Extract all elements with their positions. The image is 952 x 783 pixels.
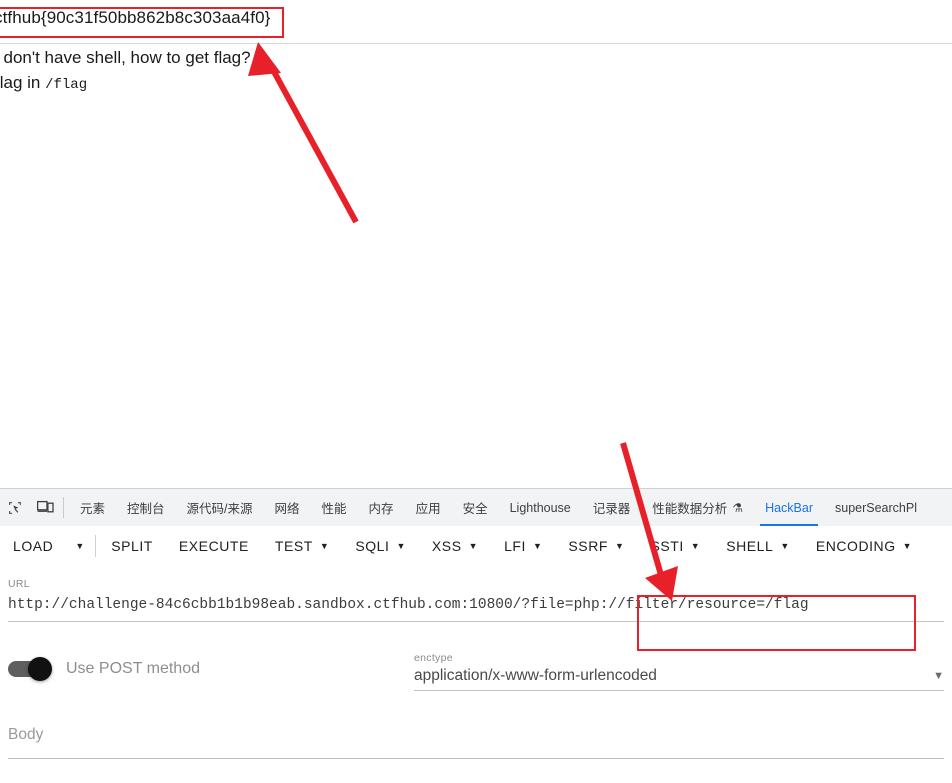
hackbar-panel: LOAD ▼ SPLIT EXECUTE TEST ▼ SQLI ▼ XSS ▼ LF…	[0, 526, 952, 783]
tab-hackbar[interactable]: HackBar	[754, 489, 824, 526]
chevron-down-icon: ▼	[933, 670, 944, 682]
load-button[interactable]: LOAD	[0, 529, 66, 563]
chevron-down-icon: ▼	[532, 540, 543, 551]
tab-label: HackBar	[765, 500, 813, 515]
tab-elements[interactable]: 元素	[69, 489, 116, 526]
tab-performance[interactable]: 性能	[311, 489, 358, 526]
tab-security[interactable]: 安全	[452, 489, 499, 526]
hackbar-button-row: LOAD ▼ SPLIT EXECUTE TEST ▼ SQLI ▼ XSS ▼ LF…	[0, 526, 952, 566]
horizontal-rule	[0, 43, 952, 44]
use-post-method-toggle[interactable]: Use POST method	[8, 657, 200, 681]
chevron-down-icon: ▼	[902, 540, 913, 551]
load-dropdown-caret-icon[interactable]: ▼	[66, 529, 93, 563]
tab-memory[interactable]: 内存	[358, 489, 405, 526]
toggle-knob	[28, 657, 52, 681]
url-field-group: URL http://challenge-84c6cbb1b1b98eab.sa…	[8, 578, 944, 622]
flag-output-text: ctfhub{90c31f50bb862b8c303aa4f0}	[0, 8, 271, 27]
browser-page-content: ctfhub{90c31f50bb862b8c303aa4f0} i don't…	[0, 0, 952, 488]
enctype-selected-value: application/x-www-form-urlencoded	[414, 667, 657, 684]
button-label: LFI	[504, 538, 526, 554]
sqli-button[interactable]: SQLI ▼	[342, 529, 419, 563]
body-field-group: Body	[8, 726, 944, 759]
chevron-down-icon: ▼	[468, 540, 479, 551]
execute-button[interactable]: EXECUTE	[166, 529, 262, 563]
inspect-element-icon[interactable]	[0, 489, 30, 526]
tab-label: 性能	[321, 502, 347, 516]
button-divider	[95, 535, 97, 557]
use-post-method-label: Use POST method	[66, 660, 200, 677]
tab-recorder[interactable]: 记录器	[582, 489, 642, 526]
tab-label: 内存	[368, 502, 394, 516]
tab-sources[interactable]: 源代码/来源	[176, 489, 264, 526]
flag-path-code: /flag	[45, 77, 88, 93]
url-input[interactable]: http://challenge-84c6cbb1b1b98eab.sandbo…	[8, 595, 944, 615]
button-label: EXECUTE	[178, 538, 249, 554]
toolbar-separator	[63, 497, 64, 518]
enctype-field-underline	[414, 690, 944, 691]
button-label: TEST	[274, 538, 313, 554]
device-toolbar-icon[interactable]	[30, 489, 60, 526]
tab-label: superSearchPl	[835, 500, 917, 515]
button-label: SHELL	[726, 538, 774, 554]
enctype-field-label: enctype	[414, 652, 453, 664]
shell-button[interactable]: SHELL ▼	[713, 529, 803, 563]
flag-location-prefix: flag in	[0, 73, 46, 92]
chevron-down-icon: ▼	[690, 540, 701, 551]
screenshot-root: ctfhub{90c31f50bb862b8c303aa4f0} i don't…	[0, 0, 952, 783]
body-field-underline	[8, 758, 944, 759]
tab-console[interactable]: 控制台	[116, 489, 176, 526]
tab-supersearchplus[interactable]: superSearchPl	[824, 489, 928, 526]
page-message-line-1: i don't have shell, how to get flag?	[0, 48, 251, 67]
tab-label: 性能数据分析	[652, 502, 728, 516]
tab-label: 元素	[80, 502, 106, 516]
tab-application[interactable]: 应用	[405, 489, 452, 526]
button-label: XSS	[431, 538, 462, 554]
hackbar-options-row: Use POST method enctype application/x-ww…	[8, 652, 944, 700]
body-field-placeholder[interactable]: Body	[8, 726, 944, 744]
button-label: SSTI	[650, 538, 684, 554]
tab-label: 网络	[274, 502, 300, 516]
chevron-down-icon: ▼	[319, 540, 330, 551]
xss-button[interactable]: XSS ▼	[419, 529, 491, 563]
split-button[interactable]: SPLIT	[98, 529, 166, 563]
page-message-line-2: flag in /flag	[0, 73, 87, 93]
button-label: ENCODING	[815, 538, 896, 554]
chevron-down-icon: ▼	[614, 540, 625, 551]
button-label: SSRF	[568, 538, 608, 554]
devtools-panel: 元素 控制台 源代码/来源 网络 性能 内存 应用 安全 Lighthouse …	[0, 488, 952, 783]
tab-label: 应用	[415, 502, 441, 516]
button-label: SQLI	[355, 538, 390, 554]
chevron-down-icon: ▼	[396, 540, 406, 551]
tab-label: 记录器	[592, 502, 631, 516]
url-field-underline	[8, 621, 944, 622]
encoding-button[interactable]: ENCODING ▼	[803, 529, 925, 563]
test-button[interactable]: TEST ▼	[262, 529, 342, 563]
button-label: LOAD	[13, 538, 54, 554]
tab-label: 源代码/来源	[186, 502, 253, 516]
url-field-label: URL	[8, 578, 30, 590]
tab-label: Lighthouse	[509, 500, 571, 515]
ssrf-button[interactable]: SSRF ▼	[555, 529, 637, 563]
toggle-track	[8, 657, 52, 681]
enctype-field-group: enctype application/x-www-form-urlencode…	[414, 652, 944, 691]
ssti-button[interactable]: SSTI ▼	[637, 529, 713, 563]
lfi-button[interactable]: LFI ▼	[491, 529, 555, 563]
tab-label: 控制台	[127, 502, 165, 516]
tab-network[interactable]: 网络	[264, 489, 311, 526]
tab-label: 安全	[462, 502, 488, 516]
flask-icon: ⚗	[732, 500, 744, 515]
enctype-select[interactable]: application/x-www-form-urlencoded ▼	[414, 667, 944, 685]
button-label: SPLIT	[111, 538, 153, 554]
tab-lighthouse[interactable]: Lighthouse	[499, 489, 582, 526]
chevron-down-icon: ▼	[780, 540, 790, 551]
devtools-tab-bar: 元素 控制台 源代码/来源 网络 性能 内存 应用 安全 Lighthouse …	[0, 489, 952, 527]
tab-performance-insights[interactable]: 性能数据分析 ⚗	[641, 489, 754, 526]
